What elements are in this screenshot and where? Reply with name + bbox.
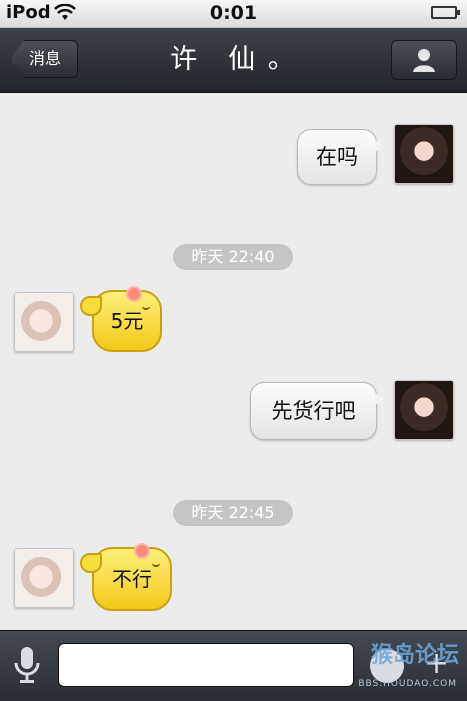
- eye-icon: [142, 304, 150, 310]
- message-text: 在吗: [316, 145, 358, 169]
- status-bar: iPod 0:01: [0, 0, 467, 28]
- message-input[interactable]: [58, 643, 354, 687]
- contact-avatar[interactable]: [14, 292, 74, 352]
- message-text: 不行: [112, 567, 152, 591]
- message-text: 5元: [110, 309, 144, 333]
- message-text: 先货行吧: [271, 399, 356, 423]
- incoming-bubble[interactable]: 5元: [80, 288, 162, 352]
- timestamp: 昨天 22:45: [173, 500, 293, 526]
- watermark-url: BBS.HOUDAO.COM: [358, 679, 457, 689]
- eye-icon: [152, 561, 160, 567]
- profile-button[interactable]: [391, 40, 457, 80]
- forum-watermark: 猴岛论坛: [370, 643, 459, 668]
- flower-icon: [128, 288, 140, 300]
- microphone-icon[interactable]: [12, 645, 42, 685]
- battery-icon: [431, 6, 460, 19]
- incoming-bubble[interactable]: 不行: [80, 545, 172, 611]
- timestamp: 昨天 22:40: [173, 244, 293, 270]
- chat-area[interactable]: 在吗 昨天 22:40 5元 先货行吧 昨天 22:45 不行: [0, 93, 467, 630]
- person-icon: [413, 49, 435, 72]
- clock: 0:01: [209, 2, 258, 24]
- my-avatar[interactable]: [394, 380, 454, 440]
- outgoing-bubble[interactable]: 在吗: [297, 129, 386, 185]
- back-button[interactable]: 消息: [10, 40, 78, 78]
- contact-avatar[interactable]: [14, 548, 74, 608]
- navigation-bar: 许 仙 。 消息: [0, 28, 467, 93]
- outgoing-bubble[interactable]: 先货行吧: [250, 382, 386, 440]
- flower-icon: [136, 545, 148, 557]
- input-bar: + 猴岛论坛 BBS.HOUDAO.COM: [0, 630, 467, 701]
- my-avatar[interactable]: [394, 124, 454, 184]
